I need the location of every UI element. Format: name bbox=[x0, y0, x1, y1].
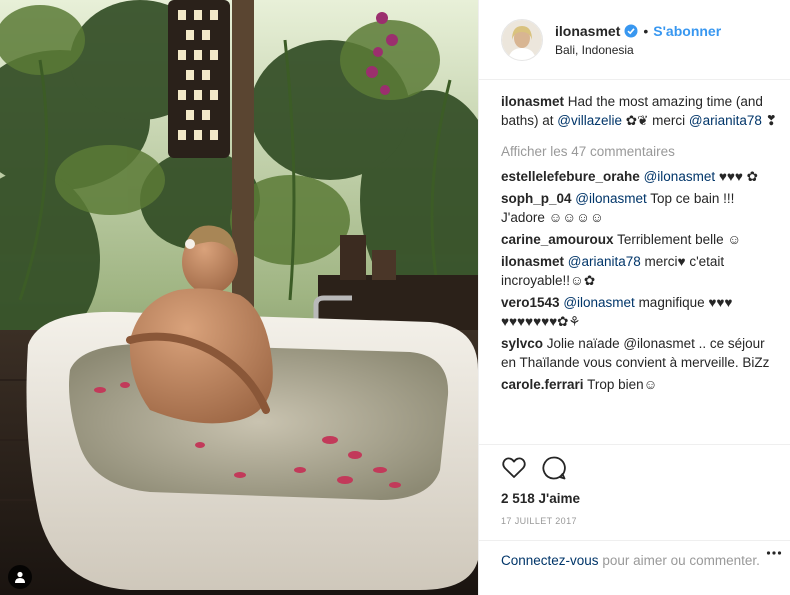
login-prompt: Connectez-vous pour aimer ou commenter. bbox=[479, 540, 790, 570]
post-date: 17 JUILLET 2017 bbox=[501, 516, 577, 526]
post-caption: ilonasmet Had the most amazing time (and… bbox=[501, 92, 780, 130]
comment-item: carine_amouroux Terriblement belle ☺ bbox=[501, 230, 780, 249]
comment-item: vero1543 @ilonasmet magnifique ♥♥♥ ♥♥♥♥♥… bbox=[501, 293, 780, 331]
avatar[interactable] bbox=[501, 18, 543, 61]
post-side-panel: ilonasmet • S'abonner Bali, Indonesia il… bbox=[478, 0, 790, 595]
bath-photo-illustration bbox=[0, 0, 478, 595]
verified-badge-icon bbox=[624, 24, 638, 37]
comment-text: Trop bien☺ bbox=[587, 377, 658, 392]
header-separator: • bbox=[643, 22, 649, 39]
comments-list[interactable]: ilonasmet Had the most amazing time (and… bbox=[501, 92, 780, 442]
comment-item: carole.ferrari Trop bien☺ bbox=[501, 375, 780, 394]
caption-text-2: ✿❦ merci bbox=[622, 113, 689, 128]
comment-text: Terriblement belle ☺ bbox=[617, 232, 742, 247]
comment-username[interactable]: carine_amouroux bbox=[501, 232, 614, 247]
comment-mention[interactable]: @arianita78 bbox=[568, 254, 641, 269]
comment-item: ilonasmet @arianita78 merci♥ c'etait inc… bbox=[501, 252, 780, 290]
comment-mention[interactable]: @ilonasmet bbox=[644, 169, 715, 184]
post-actions-section: 2 518 J'aime 17 JUILLET 2017 bbox=[479, 444, 790, 526]
view-all-comments-link[interactable]: Afficher les 47 commentaires bbox=[501, 142, 780, 161]
likes-count[interactable]: 2 518 J'aime bbox=[479, 491, 790, 506]
comment-mention[interactable]: @ilonasmet bbox=[575, 191, 646, 206]
post-photo[interactable] bbox=[0, 0, 478, 595]
comment-item: estellelefebure_orahe @ilonasmet ♥♥♥ ✿ bbox=[501, 167, 780, 186]
login-link[interactable]: Connectez-vous bbox=[501, 553, 599, 568]
comment-username[interactable]: ilonasmet bbox=[501, 254, 564, 269]
comment-mention[interactable]: @ilonasmet bbox=[563, 295, 634, 310]
location-link[interactable]: Bali, Indonesia bbox=[555, 43, 721, 57]
caption-text-3: ❣ bbox=[761, 113, 777, 128]
comment-item: soph_p_04 @ilonasmet Top ce bain !!! J'a… bbox=[501, 189, 780, 227]
comment-text: ♥♥♥ ✿ bbox=[715, 169, 758, 184]
login-text: pour aimer ou commenter. bbox=[598, 553, 760, 568]
comment-username[interactable]: soph_p_04 bbox=[501, 191, 572, 206]
action-bar bbox=[479, 445, 790, 481]
post-header: ilonasmet • S'abonner Bali, Indonesia bbox=[479, 0, 790, 80]
caption-mention-2[interactable]: @arianita78 bbox=[689, 113, 762, 128]
instagram-post: ilonasmet • S'abonner Bali, Indonesia il… bbox=[0, 0, 790, 595]
comment-bubble-icon[interactable] bbox=[541, 455, 567, 481]
follow-button[interactable]: S'abonner bbox=[653, 23, 721, 39]
comment-item: sylvco Jolie naïade @ilonasmet .. ce séj… bbox=[501, 334, 780, 372]
heart-icon[interactable] bbox=[501, 455, 527, 481]
header-username[interactable]: ilonasmet bbox=[555, 23, 620, 39]
more-options-icon[interactable] bbox=[766, 550, 782, 556]
caption-username[interactable]: ilonasmet bbox=[501, 94, 564, 109]
person-tag-icon[interactable] bbox=[8, 565, 32, 589]
comment-username[interactable]: carole.ferrari bbox=[501, 377, 584, 392]
caption-mention[interactable]: @villazelie bbox=[557, 113, 622, 128]
comment-username[interactable]: vero1543 bbox=[501, 295, 560, 310]
comment-username[interactable]: sylvco bbox=[501, 336, 543, 351]
comment-username[interactable]: estellelefebure_orahe bbox=[501, 169, 640, 184]
